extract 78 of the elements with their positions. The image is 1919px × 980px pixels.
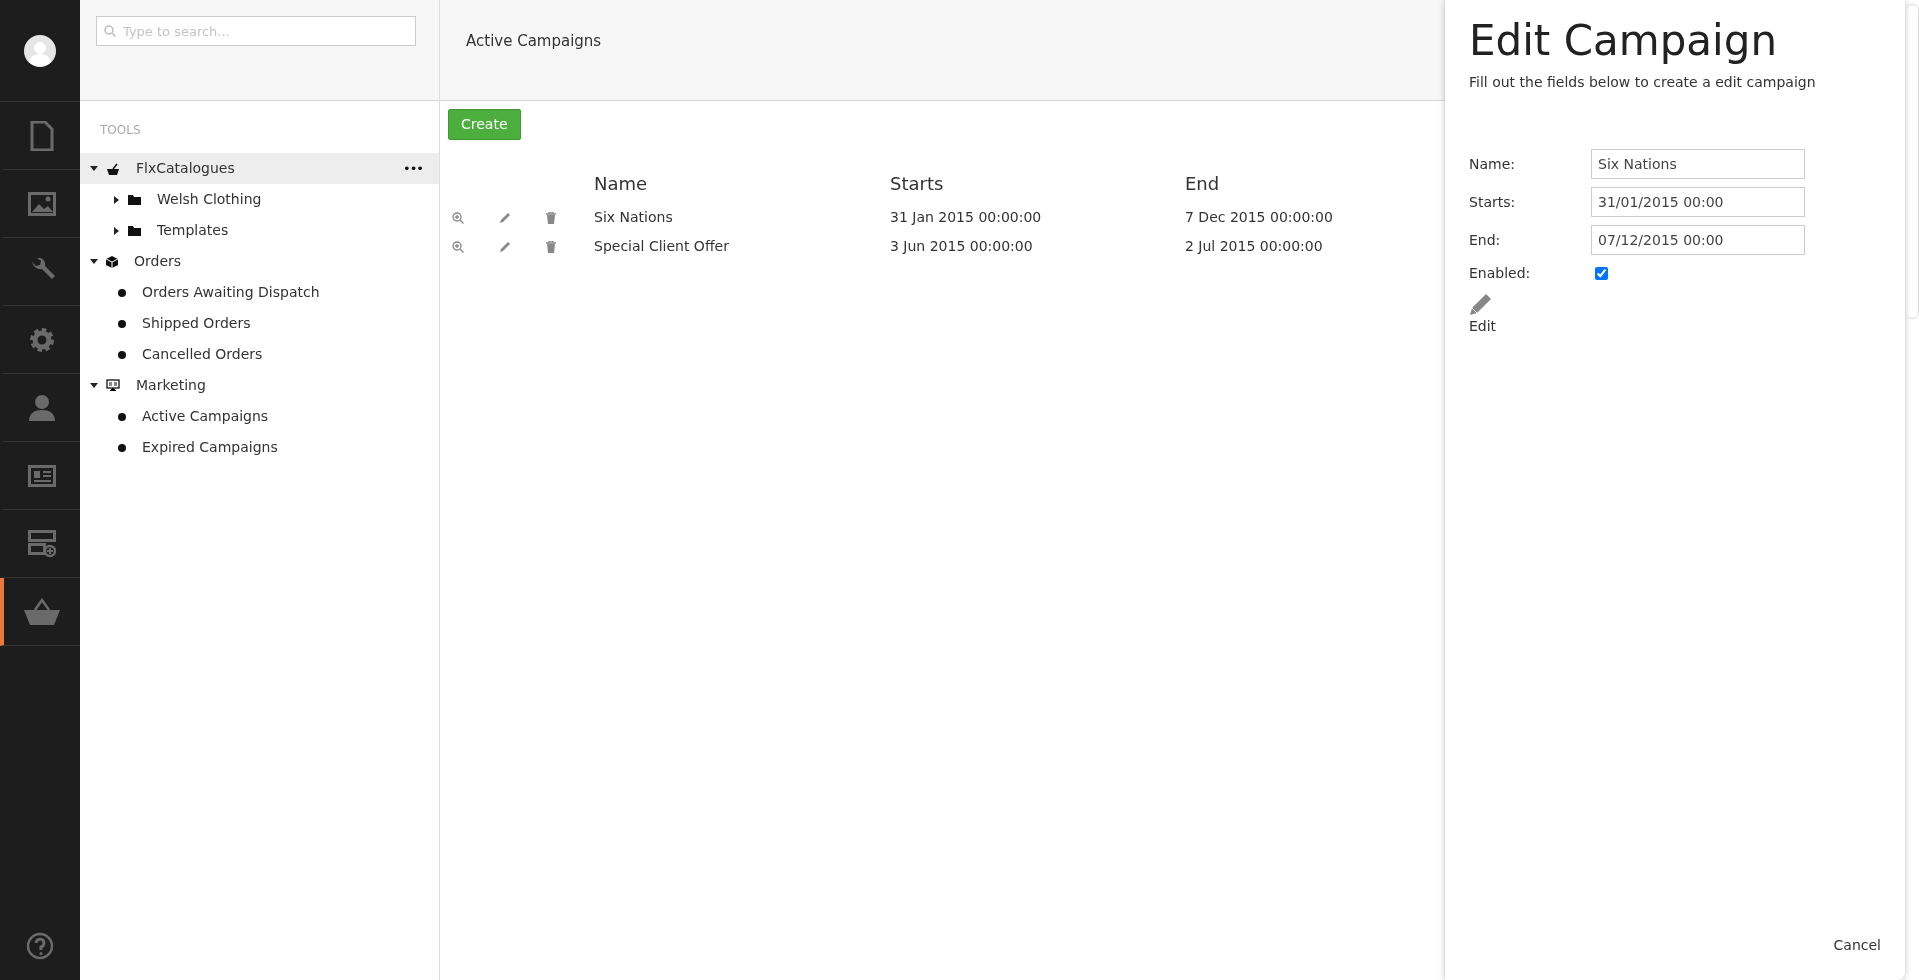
help-icon[interactable] xyxy=(26,932,54,960)
tree-item[interactable]: Cancelled Orders xyxy=(80,339,439,370)
trash-icon[interactable] xyxy=(546,240,556,253)
column-header: End xyxy=(1185,173,1220,194)
panel-subtitle: Fill out the fields below to create a edit campaign xyxy=(1469,73,1817,93)
input-field[interactable]: Six Nations xyxy=(1591,149,1805,180)
tree-item[interactable]: Templates xyxy=(80,215,439,246)
table-cell: 31 Jan 2015 00:00:00 xyxy=(890,209,1042,225)
tree-item-label[interactable]: Active Campaigns xyxy=(142,406,269,427)
table-cell: 7 Dec 2015 00:00:00 xyxy=(1185,209,1333,225)
search-icon xyxy=(104,25,116,37)
table-cell: 2 Jul 2015 00:00:00 xyxy=(1185,238,1323,254)
tree-item-label[interactable]: Templates xyxy=(157,220,229,241)
tree-item-label[interactable]: Marketing xyxy=(136,375,206,396)
expanded-caret-icon[interactable] xyxy=(90,259,98,264)
folder-icon xyxy=(128,225,141,236)
person-icon[interactable] xyxy=(28,393,56,422)
column-header: Name xyxy=(594,173,648,194)
tree-item-label[interactable]: Orders xyxy=(134,251,182,272)
tree-item-label[interactable]: Shipped Orders xyxy=(142,313,251,334)
pencil-icon[interactable] xyxy=(499,240,511,253)
page-title: Active Campaigns xyxy=(466,32,602,50)
tree-item-label[interactable]: Expired Campaigns xyxy=(142,437,278,458)
tree-item[interactable]: Shipped Orders xyxy=(80,308,439,339)
trash-icon[interactable] xyxy=(546,211,556,224)
input-field[interactable]: 31/01/2015 00:00 xyxy=(1591,187,1805,218)
folder-icon xyxy=(128,194,141,205)
edit-button[interactable]: Edit xyxy=(1469,292,1497,338)
bullet-icon xyxy=(118,319,126,328)
column-header: Starts xyxy=(890,173,944,194)
id-card-icon[interactable] xyxy=(28,464,56,487)
input-field[interactable]: 07/12/2015 00:00 xyxy=(1591,225,1805,256)
pencil-icon xyxy=(1469,292,1493,317)
field-label: End: xyxy=(1469,230,1502,250)
tree-item[interactable]: Active Campaigns xyxy=(80,401,439,432)
expanded-caret-icon[interactable] xyxy=(90,166,98,171)
collapsed-caret-icon[interactable] xyxy=(113,226,119,235)
more-menu[interactable]: ••• xyxy=(403,158,423,179)
nav-item[interactable] xyxy=(0,578,80,646)
tree-item-label[interactable]: Orders Awaiting Dispatch xyxy=(142,282,320,303)
basket-icon xyxy=(106,162,120,175)
tree-item-label[interactable]: Welsh Clothing xyxy=(157,189,262,210)
tree-item[interactable]: Expired Campaigns xyxy=(80,432,439,463)
table-cell: Six Nations xyxy=(594,209,673,225)
tree-item-label[interactable]: Cancelled Orders xyxy=(142,344,263,365)
tree-item[interactable]: Orders xyxy=(80,246,439,277)
presentation-icon xyxy=(106,379,120,392)
image-icon[interactable] xyxy=(28,191,56,216)
section-heading: TOOLS xyxy=(99,122,142,139)
gear-icon[interactable] xyxy=(28,325,56,354)
avatar-icon[interactable] xyxy=(24,34,56,67)
panel-title: Edit Campaign xyxy=(1469,16,1778,67)
tree-item[interactable]: Marketing xyxy=(80,370,439,401)
tree-item[interactable]: Welsh Clothing xyxy=(80,184,439,215)
basket-icon[interactable] xyxy=(23,597,61,626)
cube-icon xyxy=(106,255,118,268)
server-icon[interactable] xyxy=(28,529,56,558)
cancel-button[interactable]: Cancel xyxy=(1833,935,1881,956)
search-field[interactable]: Type to search... xyxy=(96,16,416,46)
bullet-icon xyxy=(118,288,126,297)
zoom-icon[interactable] xyxy=(452,211,464,224)
tree-item[interactable]: Orders Awaiting Dispatch xyxy=(80,277,439,308)
zoom-icon[interactable] xyxy=(452,240,464,253)
table-cell: 3 Jun 2015 00:00:00 xyxy=(890,238,1033,254)
table-cell: Special Client Offer xyxy=(594,238,729,254)
tree-item[interactable]: FlxCatalogues ••• xyxy=(80,153,439,184)
field-label: Starts: xyxy=(1469,192,1517,212)
bullet-icon xyxy=(118,350,126,359)
bullet-icon xyxy=(118,443,126,452)
field-label: Name: xyxy=(1469,154,1517,174)
expanded-caret-icon[interactable] xyxy=(90,383,98,388)
bullet-icon xyxy=(118,412,126,421)
checkbox[interactable] xyxy=(1595,267,1608,281)
pencil-icon[interactable] xyxy=(499,211,511,224)
tree-item-label[interactable]: FlxCatalogues xyxy=(136,158,235,179)
field-label: Enabled: xyxy=(1469,264,1532,284)
collapsed-caret-icon[interactable] xyxy=(113,195,119,204)
document-icon[interactable] xyxy=(30,120,54,151)
